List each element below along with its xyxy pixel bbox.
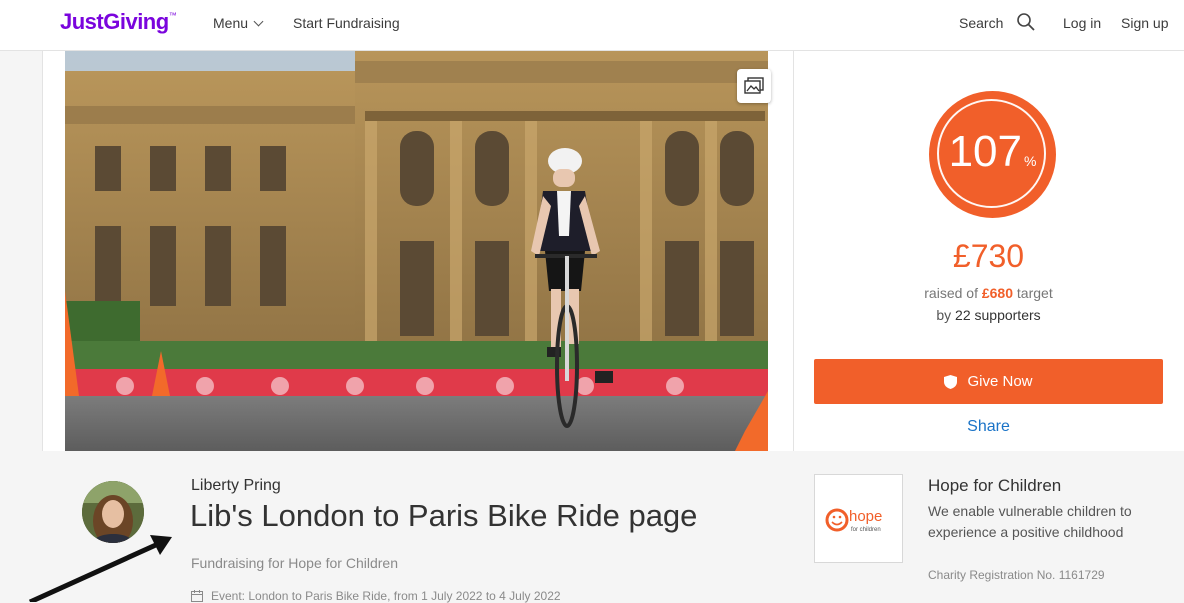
amount-raised: £730 (952, 238, 1025, 274)
shield-icon (944, 374, 958, 389)
charity-registration: Charity Registration No. 1161729 (928, 568, 1105, 582)
give-now-button[interactable]: Give Now (814, 359, 1163, 404)
fundraising-for-text: Fundraising for Hope for Children (191, 555, 398, 571)
image-gallery-button[interactable] (737, 69, 771, 103)
chevron-down-icon (253, 16, 264, 27)
menu-dropdown[interactable]: Menu (213, 15, 264, 31)
annotation-arrow (28, 535, 172, 602)
justgiving-logo[interactable]: JustGiving™ (60, 9, 177, 35)
charity-description: We enable vulnerable children to experie… (928, 503, 1132, 540)
login-link[interactable]: Log in (1063, 15, 1101, 31)
search-icon[interactable] (1016, 12, 1036, 32)
share-link[interactable]: Share (793, 418, 1184, 436)
charity-name[interactable]: Hope for Children (928, 476, 1061, 496)
charity-logo[interactable]: hope for children (814, 474, 903, 563)
progress-percent: 107% (948, 127, 1037, 176)
progress-ring: 107% (929, 91, 1056, 218)
hero-photo[interactable] (65, 51, 768, 451)
event-details: Event: London to Paris Bike Ride, from 1… (191, 589, 561, 603)
calendar-icon (191, 590, 203, 602)
target-text: raised of £680 target (924, 285, 1053, 301)
start-fundraising-link[interactable]: Start Fundraising (293, 15, 400, 31)
top-navigation-bar: JustGiving™ Menu Start Fundraising Searc… (0, 0, 1184, 51)
page-title: Lib's London to Paris Bike Ride page (190, 498, 698, 533)
search-link[interactable]: Search (959, 15, 1003, 31)
signup-link[interactable]: Sign up (1121, 15, 1168, 31)
image-gallery-icon (744, 77, 764, 94)
svg-text:hope: hope (849, 508, 882, 525)
supporters-count: by 22 supporters (936, 307, 1041, 323)
page-owner-name[interactable]: Liberty Pring (191, 477, 281, 495)
svg-text:for children: for children (851, 527, 881, 533)
